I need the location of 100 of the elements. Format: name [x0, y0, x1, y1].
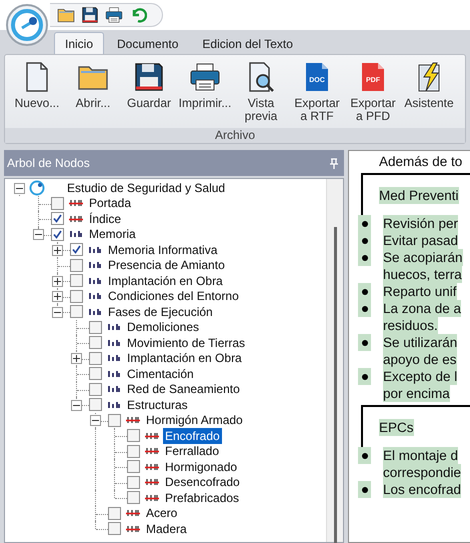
list-text: Los encofrad — [383, 481, 462, 498]
checkbox[interactable] — [127, 429, 140, 442]
printer-icon — [105, 6, 123, 24]
tree-item[interactable]: Cimentación — [125, 366, 196, 382]
collapse-toggle[interactable] — [52, 306, 63, 318]
checkbox[interactable] — [89, 382, 102, 396]
heading-level-icon — [107, 370, 121, 378]
checkbox[interactable] — [127, 491, 140, 504]
tree-item[interactable]: Hormigonado — [163, 458, 240, 475]
heading-level-icon — [88, 261, 102, 270]
checkbox[interactable] — [51, 228, 64, 241]
checkbox[interactable] — [51, 196, 64, 210]
checkbox[interactable] — [70, 258, 83, 272]
list-text: La zona de a — [383, 300, 462, 317]
printer-icon — [189, 61, 221, 93]
ribbon-tab[interactable]: Documento — [106, 32, 190, 54]
checkbox[interactable] — [108, 506, 121, 520]
checkbox[interactable] — [89, 320, 102, 334]
ribbon-button[interactable]: Vista previa — [235, 59, 287, 128]
checkbox[interactable] — [89, 336, 102, 350]
heading-level-icon — [88, 276, 102, 285]
checkbox[interactable] — [70, 243, 83, 256]
tree-item[interactable]: Prefabricados — [163, 490, 242, 506]
tree-item[interactable]: Implantación en Obra — [106, 272, 225, 289]
group-label: Archivo — [5, 128, 465, 143]
paragraph: Además de to — [378, 153, 464, 170]
tree-item[interactable]: Estudio de Seguridad y Salud — [65, 180, 228, 196]
bullet-icon — [358, 249, 371, 266]
list-text: huecos, terra — [383, 266, 462, 283]
list-text: residuos. — [383, 317, 438, 334]
collapse-toggle[interactable] — [14, 182, 25, 194]
toolbar-button[interactable] — [104, 5, 124, 25]
heading-level-icon — [88, 246, 102, 254]
list-text: Excepto de l — [383, 368, 458, 385]
tree-item[interactable]: Portada — [87, 195, 134, 212]
ribbon-button[interactable]: Asistente — [403, 59, 455, 128]
expand-toggle[interactable] — [52, 244, 63, 256]
expand-toggle[interactable] — [71, 353, 82, 364]
expand-toggle[interactable] — [52, 276, 63, 286]
tree-item[interactable]: Memoria Informativa — [106, 242, 220, 258]
ribbon-button[interactable]: Guardar — [123, 59, 175, 128]
list-text: por encima — [383, 385, 450, 402]
list-text: Revisión per — [383, 215, 458, 232]
folder-icon — [57, 6, 75, 24]
ribbon-button[interactable]: Abrir... — [67, 59, 119, 128]
tree-item[interactable]: Memoria — [87, 226, 138, 242]
tree-item[interactable]: Fases de Ejecución — [106, 304, 215, 320]
heading-level-icon — [107, 400, 121, 409]
list-text: Se acopiarán — [383, 249, 463, 266]
struck-heading-icon — [69, 214, 83, 223]
scrollbar[interactable] — [326, 179, 343, 542]
bullet-icon — [358, 283, 371, 300]
collapse-toggle[interactable] — [90, 415, 101, 426]
ribbon-tab[interactable]: Inicio — [54, 32, 104, 54]
checkbox[interactable] — [70, 305, 83, 318]
toolbar-button[interactable] — [80, 5, 100, 25]
checkbox[interactable] — [89, 352, 102, 365]
ribbon-button[interactable]: Nuevo... — [11, 59, 63, 128]
heading-level-icon — [69, 230, 83, 238]
heading-level-icon — [107, 338, 121, 347]
ribbon-button[interactable]: Imprimir... — [179, 59, 231, 128]
tree-item[interactable]: Condiciones del Entorno — [106, 288, 241, 304]
checkbox[interactable] — [127, 444, 140, 458]
panel-title: Arbol de Nodos — [7, 156, 90, 170]
bullet-icon — [358, 300, 371, 317]
checkbox[interactable] — [89, 367, 102, 380]
tree-item[interactable]: Índice — [87, 210, 124, 227]
ribbon-tab[interactable]: Edicion del Texto — [191, 32, 304, 54]
struck-heading-icon — [145, 432, 159, 440]
checkbox[interactable] — [51, 212, 64, 226]
checkbox[interactable] — [89, 398, 102, 412]
bullet-icon — [358, 334, 371, 351]
struck-heading-icon — [145, 478, 159, 486]
collapse-toggle[interactable] — [33, 229, 44, 240]
checkbox[interactable] — [70, 274, 83, 288]
heading-level-icon — [88, 308, 102, 316]
checkbox[interactable] — [127, 460, 140, 474]
tree-item[interactable]: Madera — [144, 520, 189, 537]
list-text: correspondie — [383, 464, 462, 481]
tree-item[interactable]: Red de Saneamiento — [125, 381, 242, 398]
tree-item[interactable]: Presencia de Amianto — [106, 257, 227, 274]
expand-toggle[interactable] — [52, 291, 63, 302]
tree-item[interactable]: Desencofrado — [163, 474, 242, 490]
tree-item[interactable]: Estructuras — [125, 396, 190, 413]
checkbox[interactable] — [127, 476, 140, 489]
checkbox[interactable] — [108, 414, 121, 427]
tree-item[interactable]: Ferrallado — [163, 443, 222, 460]
tree-item[interactable]: Encofrado — [163, 428, 222, 444]
checkbox[interactable] — [70, 290, 83, 303]
checkbox[interactable] — [108, 522, 121, 536]
list-text: Reparto unif — [383, 283, 457, 300]
heading-level-icon — [107, 323, 121, 332]
tree-item[interactable]: Movimiento de Tierras — [125, 334, 248, 351]
tree-item[interactable]: Demoliciones — [125, 319, 202, 336]
list-text: apoyo de es — [383, 351, 457, 368]
pin-icon[interactable] — [330, 158, 338, 168]
collapse-toggle[interactable] — [71, 400, 82, 410]
tree-item[interactable]: Acero — [144, 505, 180, 522]
tree-item[interactable]: Implantación en Obra — [125, 350, 244, 366]
tree-item[interactable]: Hormigón Armado — [144, 412, 245, 428]
